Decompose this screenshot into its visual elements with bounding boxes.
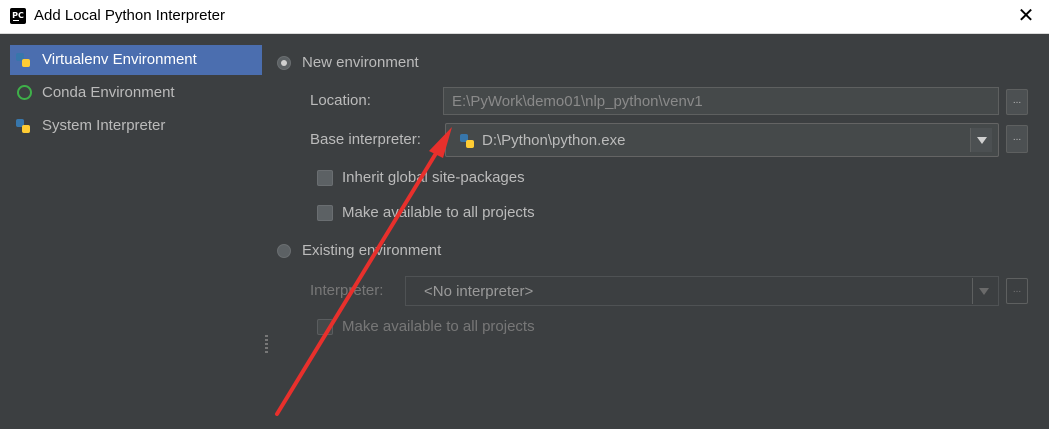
- annotation-arrow-icon: [275, 127, 452, 416]
